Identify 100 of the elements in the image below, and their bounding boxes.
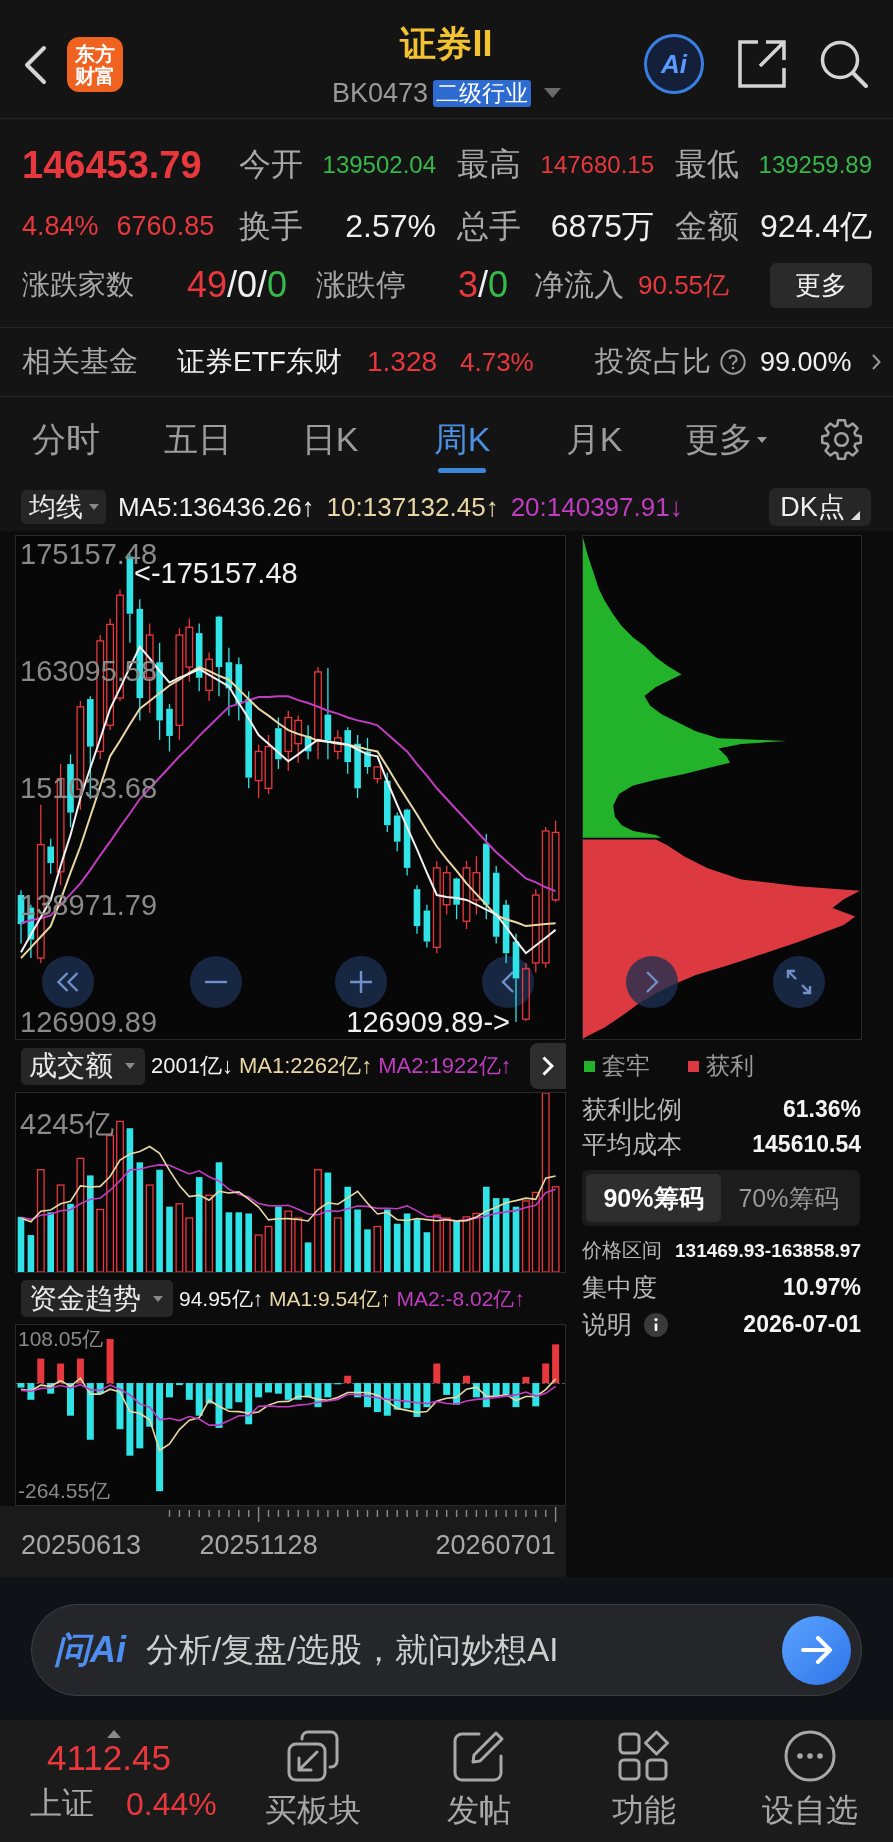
fund-flow-bar [294, 1383, 302, 1400]
candle [502, 899, 510, 964]
next-indicator-button[interactable] [530, 1043, 566, 1089]
fund-flow-indicator-value: MA2:-8.02亿↑ [396, 1285, 525, 1312]
investment-ratio-label: 投资占比 [595, 344, 711, 379]
stat-label: 金额 [675, 206, 739, 246]
fund-flow-bar [47, 1383, 55, 1394]
candle [393, 811, 401, 852]
volume-indicator-value: MA1:2262亿↑ [238, 1052, 373, 1080]
stat-value: 139259.89 [758, 151, 872, 179]
advance-decline-label: 涨跌家数 [22, 268, 134, 302]
period-tab[interactable]: 周K [396, 397, 528, 483]
candle [373, 765, 382, 785]
volume-bar [254, 1234, 263, 1272]
volume-bar [264, 1225, 273, 1272]
indicator-selector[interactable]: 成交额 [21, 1047, 145, 1085]
stat-value: 2.57% [345, 208, 436, 245]
stat-label: 今开 [239, 145, 303, 184]
fund-flow-bar [37, 1358, 45, 1384]
fullscreen-button[interactable] [773, 956, 825, 1008]
volume-bar [393, 1223, 401, 1272]
fund-flow-bar [17, 1383, 25, 1388]
period-tab[interactable]: 分时 [0, 397, 132, 483]
chip-detail-label: 说明 [582, 1309, 632, 1340]
zoom-in-button[interactable] [335, 956, 387, 1008]
chip-range-option[interactable]: 90%筹码 [586, 1174, 721, 1222]
fund-flow-bar [492, 1383, 500, 1398]
fund-flow-bar [96, 1383, 104, 1394]
fund-flow-bar [76, 1358, 84, 1384]
axis-value-label: 108.05亿 [18, 1327, 104, 1351]
volume-bar [384, 1209, 391, 1272]
volume-bar [17, 1216, 25, 1272]
send-button[interactable] [782, 1615, 851, 1685]
indicator-selector[interactable]: 均线 [21, 490, 106, 524]
up-caret-icon[interactable] [107, 1730, 121, 1738]
plus-icon [348, 969, 374, 995]
back-icon[interactable] [23, 44, 47, 85]
fund-name[interactable]: 证券ETF东财 [177, 343, 342, 381]
step-back-button[interactable] [482, 956, 534, 1008]
fund-flow-bar [235, 1383, 243, 1403]
ai-button[interactable]: Ai [644, 34, 704, 94]
fund-flow-bar [482, 1383, 490, 1408]
period-tab[interactable]: 日K [264, 397, 396, 483]
volume-bar [225, 1212, 233, 1272]
fund-flow-bar [552, 1344, 560, 1384]
fund-flow-bar [265, 1383, 272, 1393]
chip-detail-label: 集中度 [582, 1272, 657, 1303]
nav-item[interactable]: 设自选 [727, 1720, 893, 1842]
moving-average-value: MA5:136436.26↑ [118, 491, 315, 523]
fund-flow-bar [393, 1383, 401, 1410]
dk-point-button[interactable]: DK点 [769, 488, 871, 526]
info-icon[interactable] [644, 1312, 668, 1337]
chevron-left-icon [501, 971, 514, 993]
more-button[interactable]: 更多 [770, 262, 872, 308]
chip-stat-label: 获利比例 [582, 1094, 682, 1125]
nav-item[interactable]: 功能 [561, 1720, 728, 1842]
step-forward-button[interactable] [626, 956, 678, 1008]
net-inflow-label: 净流入 [534, 266, 624, 303]
volume-max-label: 4245亿 [20, 1108, 114, 1140]
share-icon[interactable] [738, 40, 786, 88]
period-tab[interactable]: 五日 [132, 397, 264, 483]
volume-bar [235, 1212, 243, 1272]
sector-title: 证券II [400, 22, 493, 66]
ai-prompt-field[interactable]: 问Ai 分析/复盘/选股，就问妙想AI [31, 1604, 862, 1696]
volume-bar [521, 1200, 530, 1272]
nav-item[interactable]: 发帖 [395, 1720, 562, 1842]
sector-level-badge: 二级行业 [433, 79, 532, 107]
layers-arrow-icon [286, 1730, 339, 1782]
chip-detail-value: 10.97% [783, 1274, 861, 1301]
moving-average-value: 20:140397.91↓ [510, 491, 683, 523]
ai-question-field[interactable]: 分析/复盘/选股，就问妙想AI [146, 1622, 770, 1678]
index-value[interactable]: 4112.45 [47, 1738, 171, 1778]
nav-item[interactable]: 买板块 [230, 1720, 396, 1842]
chip-stat-value: 61.36% [783, 1096, 861, 1123]
chevron-right-icon[interactable] [872, 354, 882, 370]
related-fund-label: 相关基金 [22, 344, 138, 379]
period-tab[interactable]: 月K [528, 397, 660, 483]
candle [403, 808, 411, 877]
candle [472, 855, 481, 916]
volume-indicator-value: MA2:1922亿↑ [378, 1052, 512, 1080]
settings-icon[interactable] [820, 418, 863, 461]
fund-flow-bar [443, 1383, 451, 1395]
candle [254, 744, 263, 799]
stat-value: 924.4亿 [759, 206, 872, 246]
chip-range-option[interactable]: 70%筹码 [721, 1174, 856, 1222]
volume-bar [354, 1209, 361, 1272]
price-label: 126909.89 [20, 1006, 158, 1038]
period-tab[interactable]: 更多 [660, 397, 792, 483]
stat-label: 总手 [457, 206, 521, 246]
indicator-selector[interactable]: 资金趋势 [21, 1280, 173, 1317]
caret-icon[interactable] [544, 88, 562, 98]
search-icon[interactable] [820, 40, 868, 88]
fund-flow-bar [205, 1383, 213, 1404]
volume-bar [373, 1225, 382, 1272]
more-icon [784, 1730, 837, 1782]
fund-flow-bar [324, 1383, 332, 1398]
scroll-back-button[interactable] [42, 956, 94, 1008]
help-icon[interactable] [720, 349, 746, 375]
double-chevron-left-icon [56, 971, 79, 993]
volume-bar [413, 1219, 421, 1272]
